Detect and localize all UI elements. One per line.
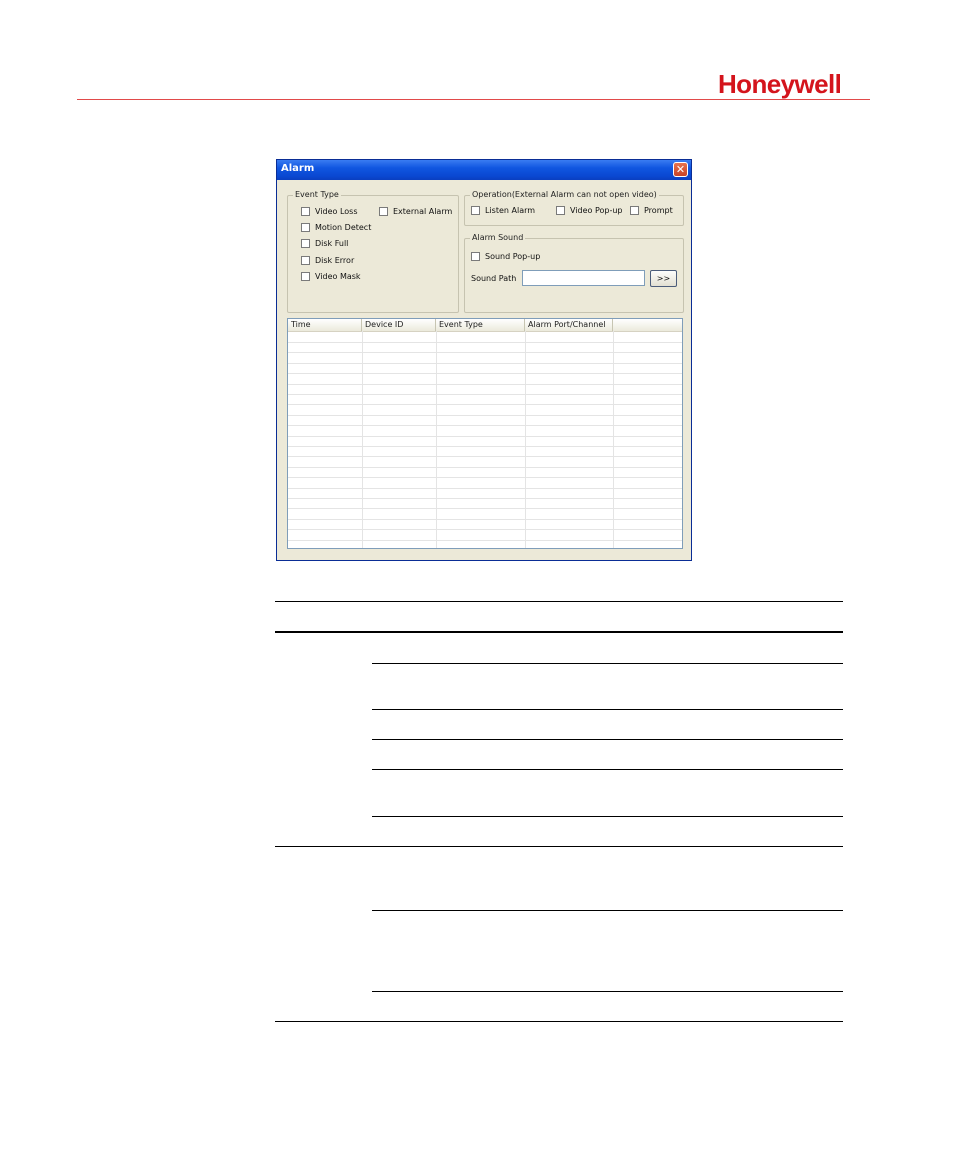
- list-row-line: [288, 415, 682, 416]
- list-row-line: [288, 519, 682, 520]
- list-column-line: [613, 331, 614, 548]
- list-row-line: [288, 342, 682, 343]
- column-header-blank[interactable]: [613, 319, 682, 331]
- checkbox-label: Prompt: [644, 206, 673, 215]
- checkbox-box[interactable]: [556, 206, 565, 215]
- checkbox-sound-popup[interactable]: Sound Pop-up: [471, 252, 540, 261]
- checkbox-box[interactable]: [301, 223, 310, 232]
- alarm-list[interactable]: Time Device ID Event Type Alarm Port/Cha…: [287, 318, 683, 549]
- list-row-line: [288, 404, 682, 405]
- header-rule: [77, 99, 870, 100]
- list-row-line: [288, 363, 682, 364]
- list-row-line: [288, 467, 682, 468]
- column-header-alarm-port[interactable]: Alarm Port/Channel: [525, 319, 613, 331]
- checkbox-box[interactable]: [301, 207, 310, 216]
- sound-path-label: Sound Path: [471, 274, 517, 283]
- checkbox-label: Disk Full: [315, 239, 349, 248]
- list-row-line: [288, 540, 682, 541]
- list-row-line: [288, 488, 682, 489]
- table-rule: [275, 631, 843, 633]
- event-type-legend: Event Type: [293, 190, 341, 199]
- checkbox-box[interactable]: [301, 256, 310, 265]
- checkbox-box[interactable]: [379, 207, 388, 216]
- honeywell-logo: Honeywell: [718, 69, 842, 99]
- checkbox-box[interactable]: [301, 272, 310, 281]
- list-row-line: [288, 498, 682, 499]
- list-header: Time Device ID Event Type Alarm Port/Cha…: [288, 319, 682, 332]
- alarm-sound-legend: Alarm Sound: [470, 233, 526, 242]
- alarm-dialog: Alarm ✕ Event Type Video Loss External A…: [276, 159, 692, 561]
- checkbox-box[interactable]: [471, 252, 480, 261]
- sound-path-input[interactable]: [522, 270, 645, 286]
- table-rule: [372, 816, 843, 817]
- table-rule: [275, 601, 843, 602]
- close-icon[interactable]: ✕: [673, 162, 688, 177]
- table-rule: [372, 663, 843, 664]
- checkbox-label: Sound Pop-up: [485, 252, 541, 261]
- list-row-line: [288, 425, 682, 426]
- checkbox-label: Video Mask: [315, 272, 361, 281]
- list-row-line: [288, 529, 682, 530]
- table-rule: [372, 709, 843, 710]
- list-row-line: [288, 394, 682, 395]
- column-header-event-type[interactable]: Event Type: [436, 319, 525, 331]
- list-row-line: [288, 456, 682, 457]
- browse-button[interactable]: >>: [650, 270, 677, 287]
- checkbox-label: Motion Detect: [315, 223, 372, 232]
- list-row-line: [288, 384, 682, 385]
- checkbox-video-popup[interactable]: Video Pop-up: [556, 206, 623, 215]
- event-type-group: Event Type Video Loss External Alarm Mot…: [287, 190, 459, 313]
- column-header-time[interactable]: Time: [288, 319, 362, 331]
- operation-group: Operation(External Alarm can not open vi…: [464, 190, 684, 226]
- list-row-line: [288, 446, 682, 447]
- checkbox-box[interactable]: [630, 206, 639, 215]
- table-rule: [372, 910, 843, 911]
- list-column-line: [362, 331, 363, 548]
- checkbox-video-loss[interactable]: Video Loss: [301, 207, 358, 216]
- list-row-line: [288, 508, 682, 509]
- list-row-line: [288, 477, 682, 478]
- checkbox-disk-error[interactable]: Disk Error: [301, 256, 354, 265]
- column-header-device-id[interactable]: Device ID: [362, 319, 436, 331]
- checkbox-label: Video Loss: [315, 207, 358, 216]
- title-bar[interactable]: Alarm ✕: [277, 160, 691, 180]
- checkbox-prompt[interactable]: Prompt: [630, 206, 673, 215]
- checkbox-disk-full[interactable]: Disk Full: [301, 239, 348, 248]
- checkbox-external-alarm[interactable]: External Alarm: [379, 207, 452, 216]
- list-row-line: [288, 352, 682, 353]
- checkbox-label: Listen Alarm: [485, 206, 536, 215]
- list-row-line: [288, 436, 682, 437]
- dialog-title: Alarm: [281, 163, 315, 174]
- table-rule: [372, 991, 843, 992]
- checkbox-label: Video Pop-up: [570, 206, 623, 215]
- list-column-line: [525, 331, 526, 548]
- operation-legend: Operation(External Alarm can not open vi…: [470, 190, 659, 199]
- checkbox-box[interactable]: [301, 239, 310, 248]
- list-row-line: [288, 373, 682, 374]
- table-rule: [372, 739, 843, 740]
- checkbox-motion-detect[interactable]: Motion Detect: [301, 223, 371, 232]
- checkbox-label: External Alarm: [393, 207, 453, 216]
- table-rule: [372, 769, 843, 770]
- checkbox-label: Disk Error: [315, 256, 355, 265]
- checkbox-listen-alarm[interactable]: Listen Alarm: [471, 206, 535, 215]
- table-rule: [275, 1021, 843, 1022]
- table-rule: [275, 846, 843, 847]
- list-column-line: [436, 331, 437, 548]
- checkbox-box[interactable]: [471, 206, 480, 215]
- checkbox-video-mask[interactable]: Video Mask: [301, 272, 361, 281]
